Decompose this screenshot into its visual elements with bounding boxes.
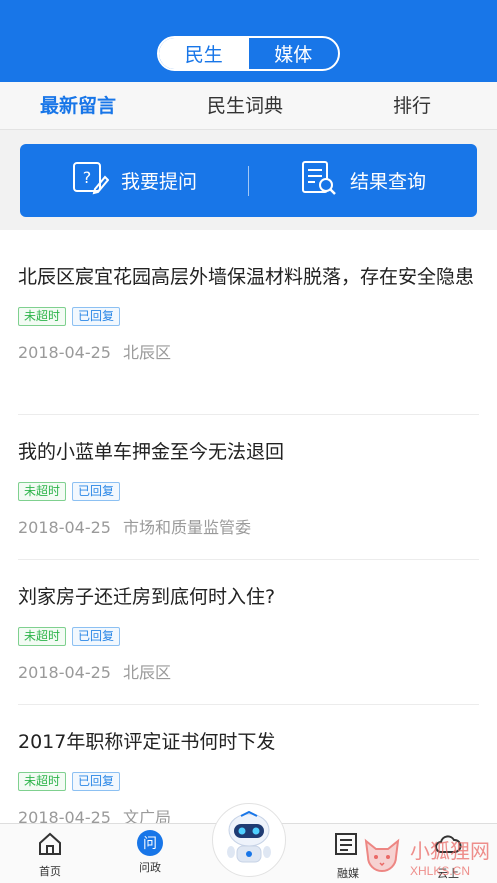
status-badge: 未超时 <box>18 627 67 646</box>
svg-text:?: ? <box>83 168 92 187</box>
segment-meiti[interactable]: 媒体 <box>249 38 339 69</box>
status-badge: 已回复 <box>72 307 121 326</box>
message-title: 2017年职称评定证书何时下发 <box>18 731 276 753</box>
status-badge: 未超时 <box>18 307 67 326</box>
message-date: 2018-04-25 <box>18 518 111 537</box>
list-item[interactable]: 刘家房子还迁房到底何时入住? 未超时 已回复 2018-04-25 北辰区 <box>18 583 479 705</box>
status-badges: 未超时 已回复 <box>18 627 479 646</box>
channel-switch[interactable]: 民生 媒体 <box>157 36 340 71</box>
message-list: 北辰区宸宜花园高层外墙保温材料脱落，存在安全隐患 未超时 已回复 2018-04… <box>0 230 497 823</box>
nav-home[interactable]: 首页 <box>20 824 80 883</box>
status-badge: 未超时 <box>18 772 67 791</box>
message-date: 2018-04-25 <box>18 808 111 823</box>
segment-minsheng[interactable]: 民生 <box>159 38 249 69</box>
query-result-label: 结果查询 <box>349 171 426 193</box>
ask-icon-glyph: 问 <box>143 836 157 852</box>
action-area: ? 我要提问 结果查询 <box>0 130 497 230</box>
ask-question-label: 我要提问 <box>120 171 197 193</box>
message-meta: 2018-04-25 市场和质量监管委 <box>18 514 479 538</box>
status-badge: 已回复 <box>72 482 121 501</box>
list-item[interactable]: 我的小蓝单车押金至今无法退回 未超时 已回复 2018-04-25 市场和质量监管… <box>18 438 479 560</box>
message-title: 刘家房子还迁房到底何时入住? <box>18 586 276 608</box>
robot-assistant-button[interactable] <box>212 803 286 877</box>
message-department: 北辰区 <box>122 343 171 362</box>
ask-icon: 问 <box>137 830 163 856</box>
status-badges: 未超时 已回复 <box>18 772 479 791</box>
tab-dictionary[interactable]: 民生词典 <box>207 82 283 130</box>
tab-latest-messages[interactable]: 最新留言 <box>40 82 116 130</box>
query-result-icon <box>300 159 338 202</box>
message-date: 2018-04-25 <box>18 343 111 362</box>
message-meta: 2018-04-25 北辰区 <box>18 659 479 683</box>
tab-bar: 最新留言 民生词典 排行 <box>0 82 497 130</box>
tab-ranking[interactable]: 排行 <box>393 82 431 130</box>
status-badge: 未超时 <box>18 482 67 501</box>
home-icon <box>37 832 63 860</box>
status-badges: 未超时 已回复 <box>18 482 479 501</box>
list-item[interactable]: 北辰区宸宜花园高层外墙保温材料脱落，存在安全隐患 未超时 已回复 2018-04… <box>18 263 479 415</box>
message-department: 文广局 <box>122 808 171 823</box>
watermark-text: 小狐狸网 XHLKS.CN <box>410 835 490 878</box>
watermark: 小狐狸网 XHLKS.CN <box>360 830 497 883</box>
status-badges: 未超时 已回复 <box>18 307 479 326</box>
message-title: 我的小蓝单车押金至今无法退回 <box>18 441 285 463</box>
action-bar: ? 我要提问 结果查询 <box>20 144 477 217</box>
media-icon <box>334 832 362 862</box>
nav-ask[interactable]: 问 问政 <box>120 824 180 883</box>
nav-ask-label: 问政 <box>139 861 161 874</box>
nav-media-label: 融媒 <box>337 867 359 880</box>
message-meta: 2018-04-25 北辰区 <box>18 339 479 363</box>
message-department: 北辰区 <box>122 663 171 682</box>
ask-question-icon: ? <box>71 159 110 202</box>
status-badge: 已回复 <box>72 772 121 791</box>
watermark-main: 小狐狸网 <box>410 839 490 863</box>
status-badge: 已回复 <box>72 627 121 646</box>
ask-question-button[interactable]: ? 我要提问 <box>20 159 248 202</box>
app-header: 民生 媒体 <box>0 0 497 82</box>
message-title: 北辰区宸宜花园高层外墙保温材料脱落，存在安全隐患 <box>18 266 475 288</box>
fox-logo-icon <box>360 833 404 881</box>
message-date: 2018-04-25 <box>18 663 111 682</box>
query-result-button[interactable]: 结果查询 <box>249 159 477 202</box>
robot-icon <box>221 808 277 872</box>
nav-home-label: 首页 <box>39 865 61 878</box>
message-department: 市场和质量监管委 <box>122 518 251 537</box>
watermark-sub: XHLKS.CN <box>410 864 471 878</box>
